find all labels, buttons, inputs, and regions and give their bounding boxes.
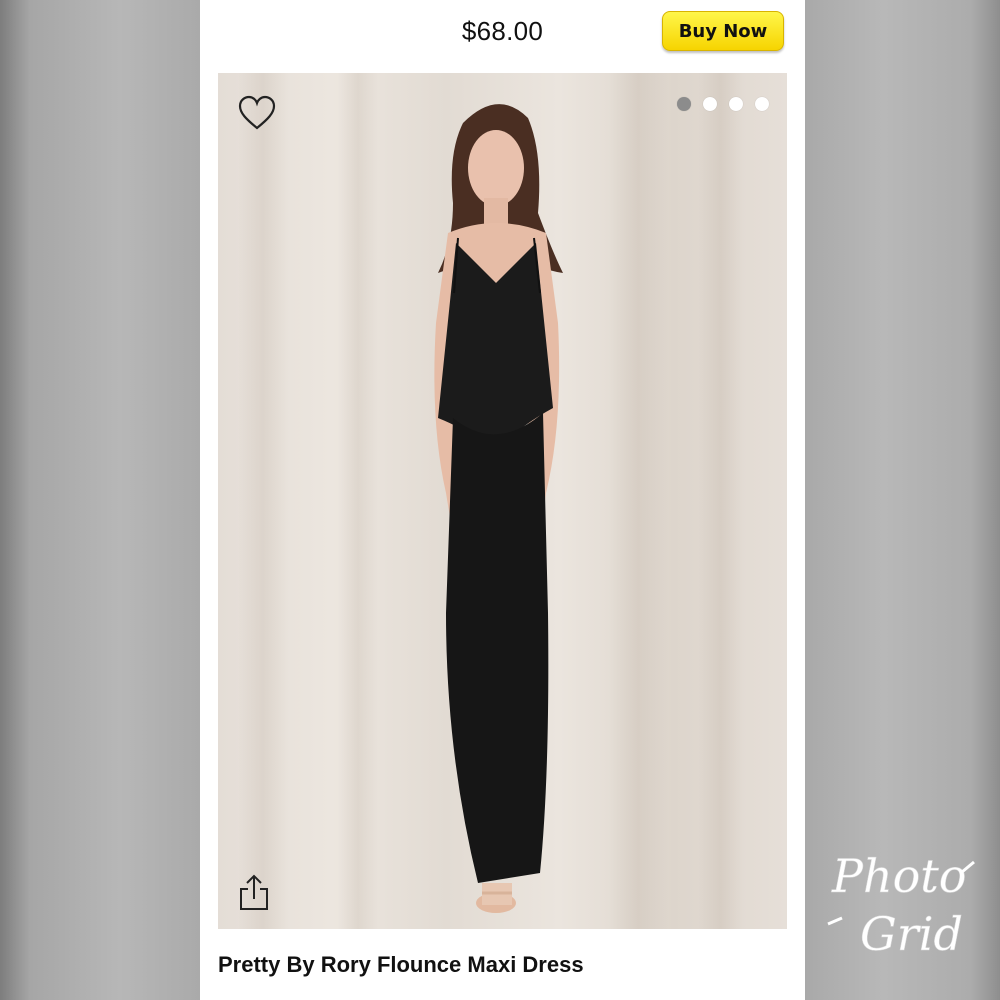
drape-fold xyxy=(338,73,378,929)
product-title: Pretty By Rory Flounce Maxi Dress xyxy=(218,952,584,977)
photogrid-watermark-logo: Photo Grid xyxy=(827,849,975,961)
carousel-dots xyxy=(677,97,769,111)
svg-text:Grid: Grid xyxy=(860,907,963,961)
svg-text:Photo: Photo xyxy=(831,849,966,903)
carousel-dot-4[interactable] xyxy=(755,97,769,111)
drape-fold xyxy=(698,73,743,929)
share-icon[interactable] xyxy=(238,873,270,911)
model-photo xyxy=(434,104,563,913)
carousel-dot-3[interactable] xyxy=(729,97,743,111)
product-screen: $68.00 Buy Now Pretty By Rory Flounce Ma… xyxy=(200,0,805,1000)
frame-left xyxy=(0,0,200,1000)
product-image[interactable] xyxy=(218,73,787,929)
drape-fold xyxy=(238,73,288,929)
carousel-dot-2[interactable] xyxy=(703,97,717,111)
favorite-heart-icon[interactable] xyxy=(238,95,276,131)
carousel-dot-1[interactable] xyxy=(677,97,691,111)
buy-now-button[interactable]: Buy Now xyxy=(662,11,784,51)
